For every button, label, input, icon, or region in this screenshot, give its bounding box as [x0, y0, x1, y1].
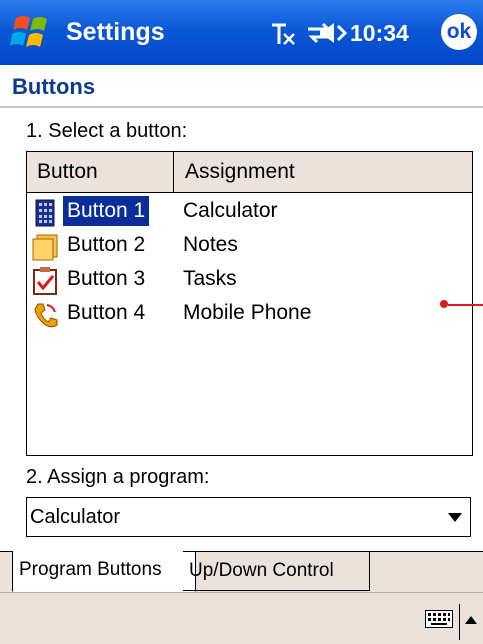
keyboard-icon[interactable]: [425, 610, 453, 628]
annotation-marker: [440, 300, 448, 308]
list-item[interactable]: Button 3 Tasks: [27, 264, 472, 298]
clock[interactable]: 10:34: [350, 20, 409, 47]
column-header-button[interactable]: Button: [37, 152, 98, 192]
assign-program-label: 2. Assign a program:: [26, 466, 210, 488]
chevron-down-icon[interactable]: [448, 513, 462, 522]
button-name: Button 1: [63, 196, 150, 226]
title-divider: [0, 106, 483, 108]
tab-program-buttons[interactable]: Program Buttons: [12, 551, 196, 592]
tasks-icon: [33, 267, 57, 295]
list-item[interactable]: Button 2 Notes: [27, 230, 472, 264]
assignment-name: Tasks: [183, 267, 237, 290]
ok-button[interactable]: ok: [441, 14, 477, 50]
select-button-label: 1. Select a button:: [26, 120, 188, 142]
windows-start-icon[interactable]: [10, 12, 56, 52]
button-name: Button 4: [67, 301, 146, 324]
button-name: Button 3: [67, 267, 146, 290]
button-list[interactable]: Button Assignment Button 1 Calculator Bu…: [26, 151, 473, 456]
phone-icon: [34, 303, 58, 328]
menu-bar: [0, 592, 483, 644]
list-item[interactable]: Button 1 Calculator: [27, 196, 472, 230]
button-name: Button 2: [67, 233, 146, 256]
assignment-name: Calculator: [183, 199, 278, 222]
volume-icon[interactable]: [318, 20, 348, 46]
annotation-line: [448, 304, 483, 306]
notes-icon: [32, 234, 58, 261]
app-title: Settings: [66, 18, 165, 46]
title-bar: Settings 10:34 ok: [0, 0, 483, 65]
program-select-value: Calculator: [30, 506, 121, 528]
calculator-icon: [35, 199, 55, 227]
assignment-name: Mobile Phone: [183, 301, 312, 324]
column-divider[interactable]: [173, 152, 174, 192]
tab-strip: Program Buttons Up/Down Control: [0, 551, 483, 592]
signal-off-icon[interactable]: [270, 22, 296, 46]
list-item[interactable]: Button 4 Mobile Phone: [27, 298, 472, 332]
assignment-name: Notes: [183, 233, 238, 256]
chevron-up-icon[interactable]: [465, 616, 477, 624]
page-title: Buttons: [12, 74, 96, 99]
sip-divider: [459, 604, 460, 640]
tab-up-down-control[interactable]: Up/Down Control: [183, 551, 370, 591]
column-header-assignment[interactable]: Assignment: [185, 152, 295, 192]
program-select[interactable]: Calculator: [26, 497, 471, 537]
list-header: Button Assignment: [27, 152, 472, 193]
